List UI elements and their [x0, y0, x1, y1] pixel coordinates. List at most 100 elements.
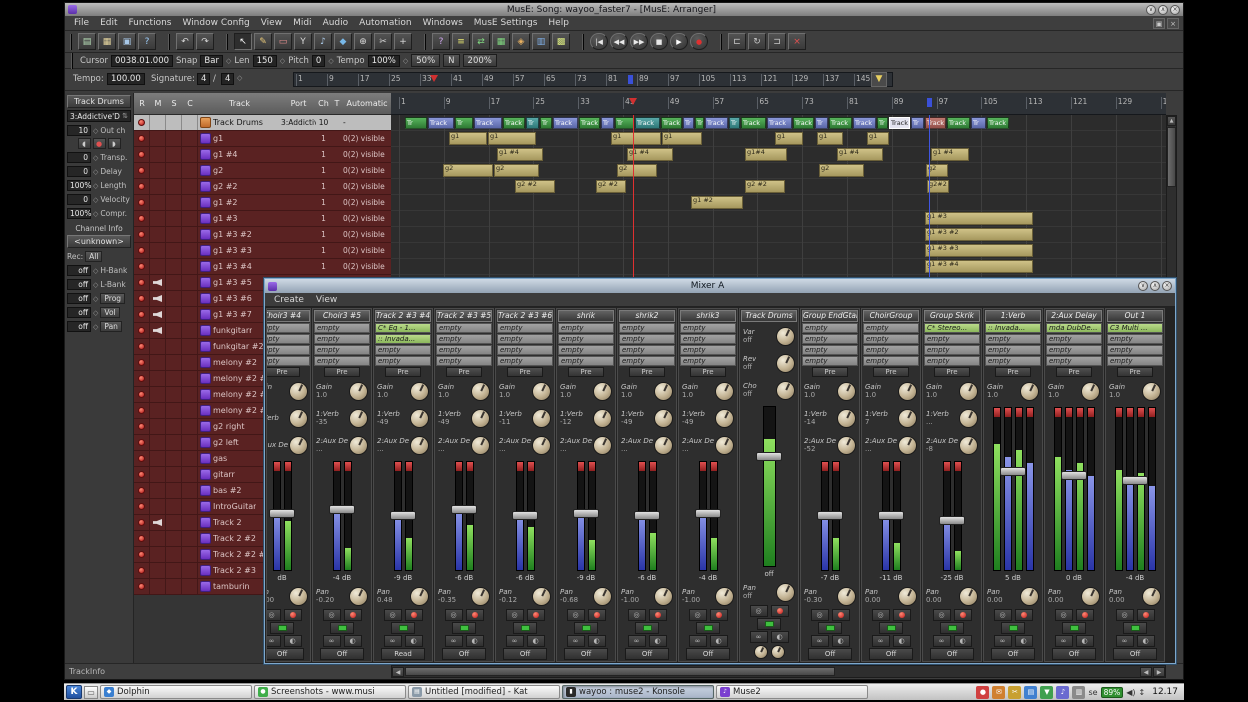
aux-send-1-knob[interactable]: [593, 409, 612, 428]
prefader-toggle-button[interactable]: ◐: [710, 635, 728, 647]
record-button[interactable]: [893, 609, 911, 621]
aux-send-2-knob[interactable]: [593, 436, 612, 455]
stereo-toggle-button[interactable]: ∞: [506, 635, 524, 647]
effect-slot[interactable]: empty: [1046, 345, 1102, 355]
punch-in-icon[interactable]: ⊏: [728, 33, 746, 50]
automation-cell[interactable]: 0(2) visible: [343, 163, 391, 178]
effect-slot[interactable]: empty: [802, 334, 858, 344]
gain-knob[interactable]: [593, 382, 612, 401]
maximize-icon[interactable]: ∧: [1158, 5, 1168, 15]
pan-knob[interactable]: [776, 583, 795, 602]
part[interactable]: g2: [617, 164, 657, 177]
menu-item-window-config[interactable]: Window Config: [177, 17, 254, 29]
effect-slot[interactable]: empty: [1107, 345, 1163, 355]
strip-name-button[interactable]: 1:Verb: [985, 310, 1041, 322]
spin-icon[interactable]: ◇: [93, 323, 98, 331]
stereo-toggle-button[interactable]: ∞: [266, 635, 281, 647]
gain-knob[interactable]: [532, 382, 551, 401]
list-editor-icon[interactable]: ≡: [452, 33, 470, 50]
prefader-toggle-button[interactable]: ◐: [771, 631, 789, 643]
redo-icon[interactable]: ↷: [196, 33, 214, 50]
part[interactable]: Tr: [695, 117, 704, 129]
right-marker[interactable]: [628, 75, 633, 84]
prefader-toggle-button[interactable]: ◐: [1015, 635, 1033, 647]
menu-item-view[interactable]: View: [256, 17, 287, 29]
part[interactable]: Tr: [911, 117, 924, 129]
rewind-start-icon[interactable]: |◀: [590, 33, 608, 50]
aux-send-2-knob[interactable]: [532, 436, 551, 455]
tempo-ruler[interactable]: 1917253341495765738189971051131211291371…: [293, 72, 893, 87]
solo-button[interactable]: ◎: [811, 609, 829, 621]
part[interactable]: g1: [662, 132, 702, 145]
aux-send-2-knob[interactable]: [349, 436, 368, 455]
record-arm-dot[interactable]: [138, 311, 145, 318]
pan-knob[interactable]: [593, 587, 612, 606]
pan-knob[interactable]: [532, 587, 551, 606]
menu-item-midi[interactable]: Midi: [288, 17, 316, 29]
part[interactable]: Track: [793, 117, 814, 129]
automation-cell[interactable]: 0(2) visible: [343, 131, 391, 146]
aux-send-2-knob[interactable]: [959, 436, 978, 455]
scroll-left-icon[interactable]: ◀: [392, 667, 404, 677]
pencil-tool-icon[interactable]: ✎: [254, 33, 272, 50]
pan-knob[interactable]: [654, 587, 673, 606]
pre-button[interactable]: Pre: [446, 367, 482, 377]
speaker-icon[interactable]: [153, 279, 162, 286]
mixer-maximize-icon[interactable]: ∧: [1150, 281, 1160, 291]
record-icon[interactable]: ●: [690, 33, 708, 50]
effect-slot[interactable]: empty: [619, 356, 675, 366]
record-arm-dot[interactable]: [138, 503, 145, 510]
show-desktop-icon[interactable]: ▭: [84, 686, 98, 699]
loop-icon[interactable]: ↻: [748, 33, 766, 50]
part[interactable]: g1 #3 #2: [925, 228, 1033, 241]
part[interactable]: Track: [829, 117, 852, 129]
effect-slot[interactable]: empty: [863, 334, 919, 344]
length-input[interactable]: 100%: [67, 180, 91, 191]
record-arm-dot[interactable]: [138, 359, 145, 366]
toolbar-handle[interactable]: [582, 34, 586, 50]
monitor-button[interactable]: [1123, 622, 1147, 634]
record-button[interactable]: [405, 609, 423, 621]
record-arm-dot[interactable]: [138, 391, 145, 398]
scroll-left2-icon[interactable]: ◀: [1140, 667, 1152, 677]
automation-mode-button[interactable]: Off: [1052, 648, 1096, 660]
fader-handle[interactable]: [695, 509, 721, 518]
record-arm-dot[interactable]: [138, 567, 145, 574]
l-bank-input[interactable]: off: [67, 279, 91, 290]
aux-send-2-knob[interactable]: [715, 436, 734, 455]
strip-name-button[interactable]: Track 2 #3 #5: [436, 310, 492, 322]
record-arm-dot[interactable]: [138, 423, 145, 430]
automation-mode-button[interactable]: Off: [686, 648, 730, 660]
play-icon[interactable]: ▶: [670, 33, 688, 50]
pan-knob[interactable]: [289, 587, 308, 606]
task-button[interactable]: ◆Dolphin: [100, 685, 252, 699]
fader-handle[interactable]: [634, 511, 660, 520]
stereo-toggle-button[interactable]: ∞: [384, 635, 402, 647]
effect-slot[interactable]: empty: [266, 334, 310, 344]
fader-handle[interactable]: [390, 511, 416, 520]
record-arm-dot[interactable]: [138, 183, 145, 190]
record-arm-dot[interactable]: [138, 119, 145, 126]
pan-knob[interactable]: [1142, 587, 1161, 606]
part[interactable]: Tr: [815, 117, 828, 129]
effect-slot[interactable]: empty: [802, 356, 858, 366]
stop-icon[interactable]: ■: [650, 33, 668, 50]
aux-send-1-knob[interactable]: [959, 409, 978, 428]
fader-handle[interactable]: [329, 505, 355, 514]
pianoroll-icon[interactable]: ▦: [492, 33, 510, 50]
monitor-button[interactable]: [818, 622, 842, 634]
tray-mail-icon[interactable]: ✉: [992, 686, 1005, 699]
effect-slot[interactable]: empty: [497, 345, 553, 355]
effect-slot[interactable]: empty: [863, 345, 919, 355]
aux-send-1-knob[interactable]: [410, 409, 429, 428]
tray-screen-icon[interactable]: ▥: [1072, 686, 1085, 699]
task-button[interactable]: ●Screenshots - www.musi: [254, 685, 406, 699]
record-arm-dot[interactable]: [138, 199, 145, 206]
pan-knob[interactable]: [471, 587, 490, 606]
part[interactable]: Track: [853, 117, 876, 129]
strip-name-button[interactable]: Track 2 #3 #4: [375, 310, 431, 322]
horizontal-scroll-thumb[interactable]: [405, 667, 835, 676]
toolbar-handle[interactable]: [226, 34, 230, 50]
effect-slot[interactable]: empty: [436, 323, 492, 333]
spin-icon[interactable]: ◇: [93, 267, 98, 275]
